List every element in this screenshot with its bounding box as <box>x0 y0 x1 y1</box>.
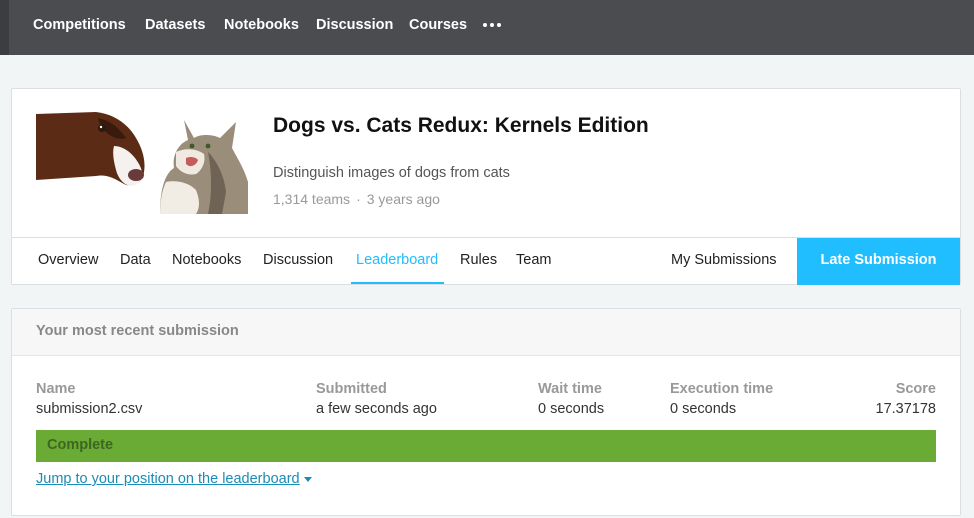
status-bar: Complete <box>36 430 936 462</box>
nav-discussion[interactable]: Discussion <box>316 17 393 33</box>
submission-card-title: Your most recent submission <box>36 323 239 339</box>
team-count: 1,314 teams <box>273 191 351 207</box>
competition-title: Dogs vs. Cats Redux: Kernels Edition <box>273 114 649 137</box>
column-submitted-label: Submitted <box>316 381 387 397</box>
nav-datasets[interactable]: Datasets <box>145 17 205 33</box>
execution-time-value: 0 seconds <box>670 401 737 417</box>
late-submission-button[interactable]: Late Submission <box>797 238 960 285</box>
top-navigation: Competitions Datasets Notebooks Discussi… <box>0 0 974 55</box>
nav-courses[interactable]: Courses <box>409 17 467 33</box>
recent-submission-card: Your most recent submission Name submiss… <box>11 308 961 516</box>
nav-competitions[interactable]: Competitions <box>33 17 126 33</box>
tab-overview[interactable]: Overview <box>38 252 98 268</box>
submission-card-header: Your most recent submission <box>12 309 960 356</box>
submission-file-name: submission2.csv <box>36 401 143 417</box>
competition-tabs: Overview Data Notebooks Discussion Leade… <box>12 237 960 285</box>
column-wait-time-label: Wait time <box>538 381 602 397</box>
tab-data[interactable]: Data <box>120 252 151 268</box>
competition-age: 3 years ago <box>366 191 440 207</box>
tab-discussion[interactable]: Discussion <box>263 252 333 268</box>
competition-description: Distinguish images of dogs from cats <box>273 165 510 181</box>
tab-team[interactable]: Team <box>516 252 551 268</box>
my-submissions-link[interactable]: My Submissions <box>671 252 777 268</box>
competition-thumbnail <box>36 112 248 214</box>
column-execution-time-label: Execution time <box>670 381 774 397</box>
jump-link-label: Jump to your position on the leaderboard <box>36 471 300 487</box>
tab-leaderboard[interactable]: Leaderboard <box>356 252 438 268</box>
meta-separator: · <box>356 191 361 207</box>
active-tab-indicator <box>351 282 444 284</box>
tab-rules[interactable]: Rules <box>460 252 497 268</box>
more-horizontal-icon[interactable] <box>483 20 503 30</box>
competition-header: Dogs vs. Cats Redux: Kernels Edition Dis… <box>11 88 961 285</box>
column-name-label: Name <box>36 381 76 397</box>
status-label: Complete <box>47 437 114 453</box>
caret-down-icon <box>303 476 312 482</box>
column-score-label: Score <box>895 381 936 397</box>
submitted-time: a few seconds ago <box>316 401 437 417</box>
wait-time-value: 0 seconds <box>538 401 605 417</box>
tab-notebooks[interactable]: Notebooks <box>172 252 241 268</box>
score-value: 17.37178 <box>875 401 936 417</box>
jump-to-leaderboard-link[interactable]: Jump to your position on the leaderboard <box>36 471 312 487</box>
competition-meta: 1,314 teams · 3 years ago <box>273 191 440 207</box>
nav-notebooks[interactable]: Notebooks <box>224 17 299 33</box>
nav-edge <box>0 0 9 55</box>
